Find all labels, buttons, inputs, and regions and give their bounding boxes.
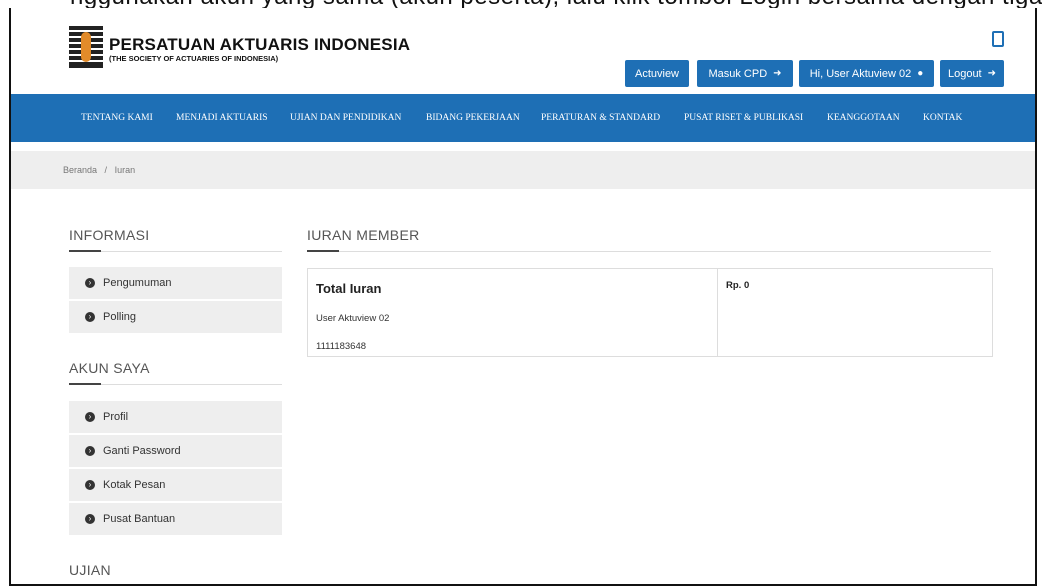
browser-page: PERSATUAN AKTUARIS INDONESIA (THE SOCIET… — [9, 8, 1037, 586]
sidebar-item-label: Polling — [103, 311, 137, 323]
arrow-right-circle-icon: › — [85, 278, 95, 288]
page-title-underline — [307, 250, 339, 252]
sidebar-item-polling[interactable]: › Polling — [69, 301, 282, 333]
sign-in-icon: ➜ — [773, 68, 782, 79]
nav-item-kontak[interactable]: KONTAK — [923, 94, 962, 142]
logout-button[interactable]: Logout ➜ — [940, 60, 1004, 87]
nav-item-menjadi-aktuaris[interactable]: MENJADI AKTUARIS — [176, 94, 268, 142]
total-iuran-amount: Rp. 0 — [726, 280, 750, 291]
top-clipped-text: nggunakan akun yang sama (akun peserta),… — [0, 0, 1042, 8]
arrow-right-circle-icon: › — [85, 480, 95, 490]
actuview-button[interactable]: Actuview — [625, 60, 689, 87]
sidebar-item-pengumuman[interactable]: › Pengumuman — [69, 267, 282, 299]
total-iuran-label: Total Iuran — [316, 281, 382, 296]
sidebar-item-profil[interactable]: › Profil — [69, 401, 282, 433]
pai-logo-icon[interactable] — [69, 26, 103, 68]
main-navigation: TENTANG KAMI MENJADI AKTUARIS UJIAN DAN … — [11, 94, 1035, 142]
nav-item-tentang-kami[interactable]: TENTANG KAMI — [81, 94, 153, 142]
user-icon: ● — [917, 68, 924, 79]
informasi-underline — [69, 250, 101, 252]
brand-subtitle: (THE SOCIETY OF ACTUARIES OF INDONESIA) — [109, 54, 279, 63]
sidebar-item-kotak-pesan[interactable]: › Kotak Pesan — [69, 469, 282, 501]
breadcrumb-current: Iuran — [114, 165, 136, 175]
sidebar-item-label: Pengumuman — [103, 277, 172, 289]
brand-title[interactable]: PERSATUAN AKTUARIS INDONESIA — [109, 35, 410, 55]
site-header: PERSATUAN AKTUARIS INDONESIA (THE SOCIET… — [11, 8, 1035, 94]
arrow-right-circle-icon: › — [85, 312, 95, 322]
sidebar-item-label: Pusat Bantuan — [103, 513, 176, 525]
nav-item-peraturan-standard[interactable]: PERATURAN & STANDARD — [541, 94, 660, 142]
user-profile-button-label: Hi, User Aktuview 02 — [809, 67, 912, 80]
nav-item-ujian-dan-pendidikan[interactable]: UJIAN DAN PENDIDIKAN — [290, 94, 401, 142]
arrow-right-circle-icon: › — [85, 514, 95, 524]
iuran-summary-card: Total Iuran User Aktuview 02 1111183648 … — [307, 268, 993, 357]
sidebar-item-label: Profil — [103, 411, 129, 423]
breadcrumb-home-link[interactable]: Beranda — [63, 165, 97, 175]
akun-saya-heading: AKUN SAYA — [69, 360, 150, 376]
masuk-cpd-button[interactable]: Masuk CPD ➜ — [697, 60, 793, 87]
breadcrumb-trail: Beranda / Iuran — [63, 151, 135, 189]
mobile-phone-icon[interactable] — [992, 31, 1004, 47]
sidebar-item-pusat-bantuan[interactable]: › Pusat Bantuan — [69, 503, 282, 535]
actuview-button-label: Actuview — [634, 67, 680, 80]
logout-button-label: Logout — [947, 67, 982, 80]
sidebar-item-label: Kotak Pesan — [103, 479, 166, 491]
arrow-right-circle-icon: › — [85, 412, 95, 422]
user-profile-button[interactable]: Hi, User Aktuview 02 ● — [799, 60, 934, 87]
masuk-cpd-button-label: Masuk CPD — [708, 67, 768, 80]
ujian-heading: UJIAN — [69, 562, 111, 578]
breadcrumb-separator: / — [104, 165, 108, 175]
page-title: IURAN MEMBER — [307, 227, 420, 243]
clipped-instruction-text: nggunakan akun yang sama (akun peserta),… — [70, 0, 1042, 8]
member-name: User Aktuview 02 — [316, 313, 390, 324]
informasi-heading: INFORMASI — [69, 227, 150, 243]
sidebar-item-label: Ganti Password — [103, 445, 181, 457]
member-id: 1111183648 — [316, 341, 367, 352]
nav-item-keanggotaan[interactable]: KEANGGOTAAN — [827, 94, 900, 142]
arrow-right-circle-icon: › — [85, 446, 95, 456]
sidebar-item-ganti-password[interactable]: › Ganti Password — [69, 435, 282, 467]
akun-saya-underline — [69, 383, 101, 385]
sign-out-icon: ➜ — [987, 68, 997, 79]
page-title-divider — [307, 251, 991, 252]
nav-item-pusat-riset-publikasi[interactable]: PUSAT RISET & PUBLIKASI — [684, 94, 803, 142]
card-column-divider — [717, 269, 718, 356]
breadcrumb: Beranda / Iuran — [11, 151, 1035, 189]
nav-item-bidang-pekerjaan[interactable]: BIDANG PEKERJAAN — [426, 94, 520, 142]
